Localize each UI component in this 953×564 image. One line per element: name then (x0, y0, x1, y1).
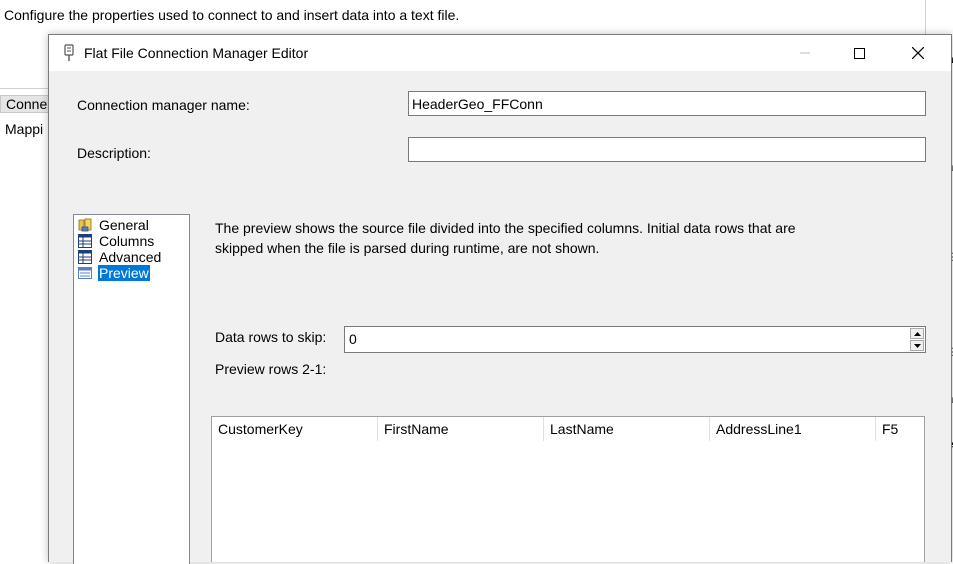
maximize-icon (853, 47, 865, 59)
general-icon (78, 218, 92, 232)
minimize-button[interactable] (782, 35, 828, 71)
columns-icon (78, 234, 92, 248)
dialog-titlebar: Flat File Connection Manager Editor (49, 35, 951, 71)
preview-info-text: The preview shows the source file divide… (215, 220, 796, 256)
connection-manager-icon (64, 44, 74, 61)
column-header[interactable]: CustomerKey (212, 417, 378, 441)
parent-page-list: Conne Mappi (0, 88, 48, 562)
connection-name-input[interactable] (408, 91, 926, 116)
column-header[interactable]: FirstName (378, 417, 544, 441)
close-icon (912, 47, 924, 59)
spinner-up-button[interactable] (910, 328, 924, 339)
page-navigation-tree: General Columns Advanced Preview (73, 214, 190, 564)
column-header[interactable]: LastName (544, 417, 710, 441)
arrow-down-icon (913, 343, 921, 348)
close-button[interactable] (895, 35, 941, 71)
preview-rows-label: Preview rows 2-1: (215, 361, 327, 377)
preview-grid[interactable]: CustomerKey FirstName LastName AddressLi… (211, 416, 925, 562)
grid-header: CustomerKey FirstName LastName AddressLi… (212, 417, 924, 441)
preview-icon (78, 267, 92, 279)
nav-label-columns: Columns (99, 233, 155, 249)
minimize-icon (800, 52, 810, 54)
rows-to-skip-value[interactable]: 0 (349, 331, 357, 347)
flat-file-connection-manager-dialog: Flat File Connection Manager Editor Conn… (48, 34, 952, 564)
connection-name-label: Connection manager name: (77, 97, 250, 113)
nav-label-preview: Preview (98, 265, 150, 281)
nav-item-advanced[interactable]: Advanced (78, 249, 162, 265)
nav-label-general: General (99, 217, 149, 233)
column-header[interactable]: AddressLine1 (710, 417, 876, 441)
nav-item-columns[interactable]: Columns (78, 233, 155, 249)
column-header[interactable]: F5 (876, 417, 924, 441)
description-label: Description: (77, 145, 151, 161)
description-input[interactable] (408, 137, 926, 162)
arrow-up-icon (913, 331, 921, 336)
spinner-arrows (910, 328, 924, 351)
nav-item-preview[interactable]: Preview (78, 265, 150, 281)
parent-page-item-connection[interactable]: Conne (0, 95, 48, 113)
maximize-button[interactable] (836, 35, 882, 71)
parent-description: Configure the properties used to connect… (4, 7, 460, 23)
spinner-down-button[interactable] (910, 340, 924, 351)
nav-item-general[interactable]: General (78, 217, 150, 233)
nav-label-advanced: Advanced (99, 249, 162, 265)
rows-to-skip-spinner[interactable]: 0 (344, 326, 926, 353)
parent-page-item-mappings[interactable]: Mappi (5, 121, 48, 137)
advanced-icon (78, 250, 92, 264)
dialog-title: Flat File Connection Manager Editor (84, 45, 309, 61)
rows-to-skip-label: Data rows to skip: (215, 329, 327, 345)
